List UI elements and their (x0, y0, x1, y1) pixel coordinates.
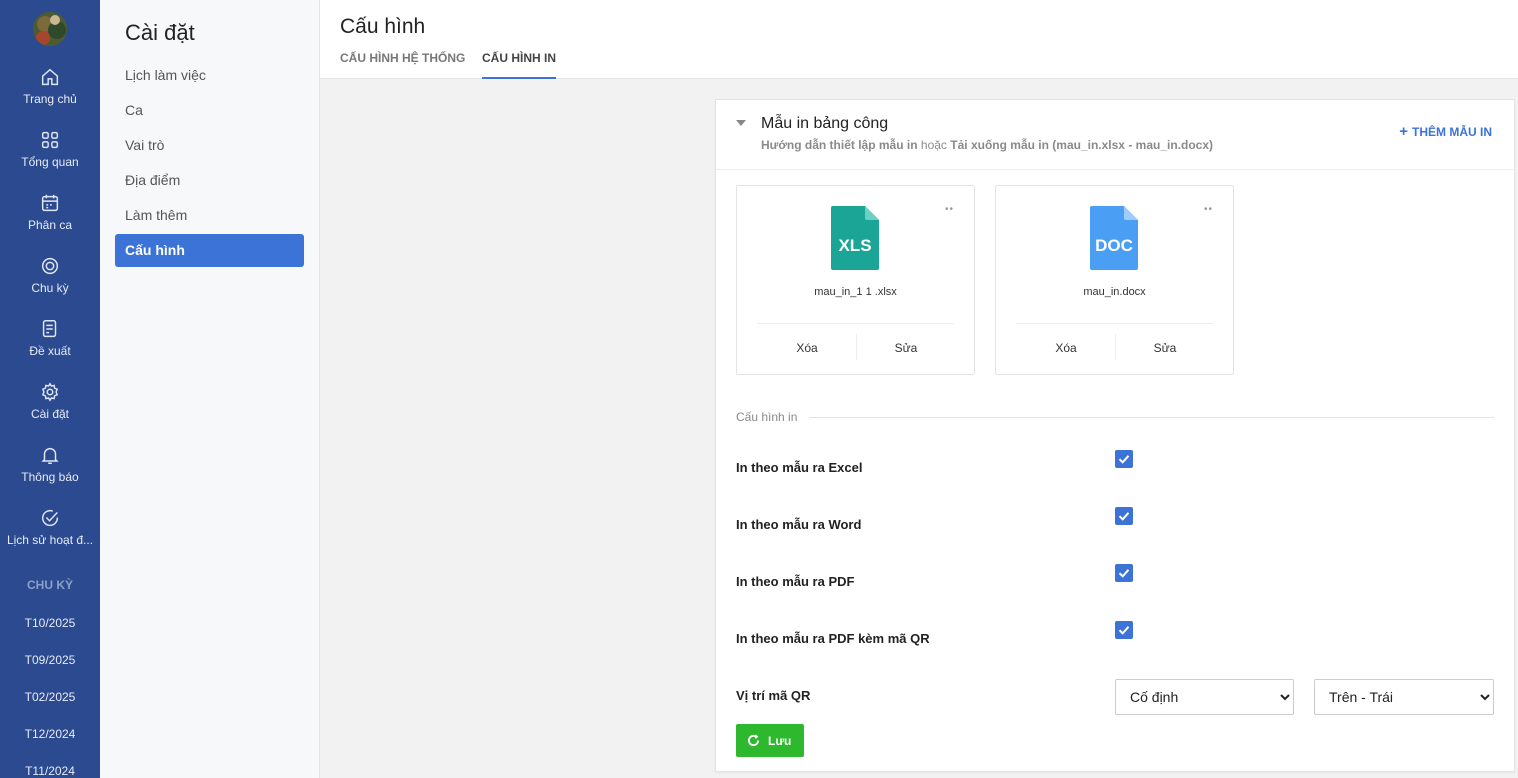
add-template-button[interactable]: + THÊM MẪU IN (1399, 123, 1492, 140)
grid-icon (41, 131, 59, 149)
sidebar-item-overtime[interactable]: Làm thêm (115, 199, 304, 232)
gear-icon (41, 382, 59, 402)
cycle-item[interactable]: T09/2025 (0, 653, 100, 667)
file-type-label: XLS (838, 236, 871, 255)
home-icon (41, 68, 59, 86)
qr-mode-select[interactable]: Cố định (1115, 679, 1294, 715)
cycle-item[interactable]: T10/2025 (0, 616, 100, 630)
qr-position-label: Vị trí mã QR (736, 688, 811, 703)
collapse-caret-icon[interactable] (736, 120, 746, 126)
check-icon (1118, 455, 1130, 464)
sidebar-title: Cài đặt (125, 20, 195, 45)
template-tile: •• DOC mau_in.docx Xóa Sửa (995, 185, 1234, 375)
rail-item-settings[interactable]: Cài đặt (0, 381, 100, 441)
rail-item-cycle[interactable]: Chu kỳ (0, 255, 100, 315)
sidebar-item-shift[interactable]: Ca (115, 94, 304, 127)
qr-corner-select[interactable]: Trên - Trái (1314, 679, 1494, 715)
cycle-icon (41, 257, 59, 275)
rail-item-home[interactable]: Trang chủ (0, 66, 100, 126)
tab-system-config[interactable]: CẤU HÌNH HỆ THỐNG (340, 51, 465, 79)
page-header: Cấu hình CẤU HÌNH HỆ THỐNG CẤU HÌNH IN (320, 0, 1518, 79)
pdf-qr-checkbox[interactable] (1115, 621, 1133, 639)
rail-label: Thông báo (21, 470, 79, 484)
card-title: Mẫu in bảng công (761, 115, 889, 132)
rail-item-overview[interactable]: Tổng quan (0, 129, 100, 189)
rail-label: Lịch sử hoạt đ... (6, 533, 94, 547)
add-template-label: THÊM MẪU IN (1412, 125, 1492, 139)
delete-button[interactable]: Xóa (757, 341, 857, 355)
tab-print-config[interactable]: CẤU HÌNH IN (482, 51, 556, 79)
excel-checkbox[interactable] (1115, 450, 1133, 468)
check-icon (1118, 569, 1130, 578)
rail-label: Trang chủ (23, 92, 77, 106)
sidebar-item-work-schedule[interactable]: Lịch làm việc (115, 59, 304, 92)
file-name: mau_in_1 1 .xlsx (814, 286, 897, 298)
setup-guide-link[interactable]: Hướng dẫn thiết lập mẫu in (761, 138, 918, 152)
divider (809, 417, 1494, 418)
more-icon[interactable]: •• (945, 204, 954, 215)
word-checkbox[interactable] (1115, 507, 1133, 525)
rail-item-notifications[interactable]: Thông báo (0, 444, 100, 504)
doc-file-icon: DOC (1090, 206, 1138, 270)
rail-item-shifts[interactable]: Phân ca (0, 192, 100, 252)
option-label-pdf: In theo mẫu ra PDF (736, 574, 855, 589)
rail-item-activity-history[interactable]: Lịch sử hoạt đ... (0, 507, 100, 567)
subtitle-or: hoặc (920, 138, 947, 152)
cycle-item[interactable]: T11/2024 (0, 764, 100, 778)
card-subtitle: Hướng dẫn thiết lập mẫu in hoặc Tải xuốn… (761, 138, 1213, 152)
edit-button[interactable]: Sửa (856, 341, 956, 355)
plus-icon: + (1399, 123, 1408, 140)
rail-label: Tổng quan (21, 155, 79, 169)
file-name: mau_in.docx (1083, 286, 1146, 298)
file-type-label: DOC (1095, 236, 1133, 255)
rail-label: Chu kỳ (31, 281, 69, 295)
cycle-item[interactable]: T02/2025 (0, 690, 100, 704)
cycle-item[interactable]: T12/2024 (0, 727, 100, 741)
calendar-icon (41, 194, 59, 212)
section-label: Cấu hình in (736, 410, 798, 424)
xls-file-icon: XLS (831, 206, 879, 270)
divider (757, 323, 954, 324)
rail-label: Phân ca (27, 218, 73, 232)
option-label-excel: In theo mẫu ra Excel (736, 460, 863, 475)
rail-item-proposal[interactable]: Đề xuất (0, 318, 100, 378)
download-template-link[interactable]: Tải xuống mẫu in (mau_in.xlsx - mau_in.d… (950, 138, 1213, 152)
divider (1016, 323, 1213, 324)
bell-icon (41, 447, 59, 464)
template-tile: •• XLS mau_in_1 1 .xlsx Xóa Sửa (736, 185, 975, 375)
delete-button[interactable]: Xóa (1016, 341, 1116, 355)
cycle-heading: CHU KỲ (26, 578, 73, 592)
more-icon[interactable]: •• (1204, 204, 1213, 215)
option-label-pdf-qr: In theo mẫu ra PDF kèm mã QR (736, 631, 930, 646)
avatar[interactable] (33, 12, 67, 46)
save-button[interactable]: Lưu (736, 724, 804, 757)
sidebar-item-configuration[interactable]: Cấu hình (115, 234, 304, 267)
option-label-word: In theo mẫu ra Word (736, 517, 862, 532)
print-template-card: Mẫu in bảng công Hướng dẫn thiết lập mẫu… (715, 99, 1515, 772)
sidebar-item-locations[interactable]: Địa điểm (115, 164, 304, 197)
app-rail: Trang chủ Tổng quan Phân ca Chu kỳ Đề xu… (0, 0, 100, 778)
page-title: Cấu hình (340, 15, 426, 38)
check-icon (1118, 626, 1130, 635)
sidebar-item-roles[interactable]: Vai trò (115, 129, 304, 162)
refresh-icon (747, 734, 760, 747)
save-label: Lưu (768, 734, 792, 748)
divider (716, 169, 1514, 170)
proposal-icon (42, 320, 57, 338)
edit-button[interactable]: Sửa (1115, 341, 1215, 355)
rail-label: Cài đặt (30, 407, 70, 421)
pdf-checkbox[interactable] (1115, 564, 1133, 582)
check-icon (1118, 512, 1130, 521)
check-circle-icon (42, 509, 59, 527)
settings-sidebar: Cài đặt Lịch làm việc Ca Vai trò Địa điể… (100, 0, 320, 778)
rail-label: Đề xuất (29, 344, 71, 358)
